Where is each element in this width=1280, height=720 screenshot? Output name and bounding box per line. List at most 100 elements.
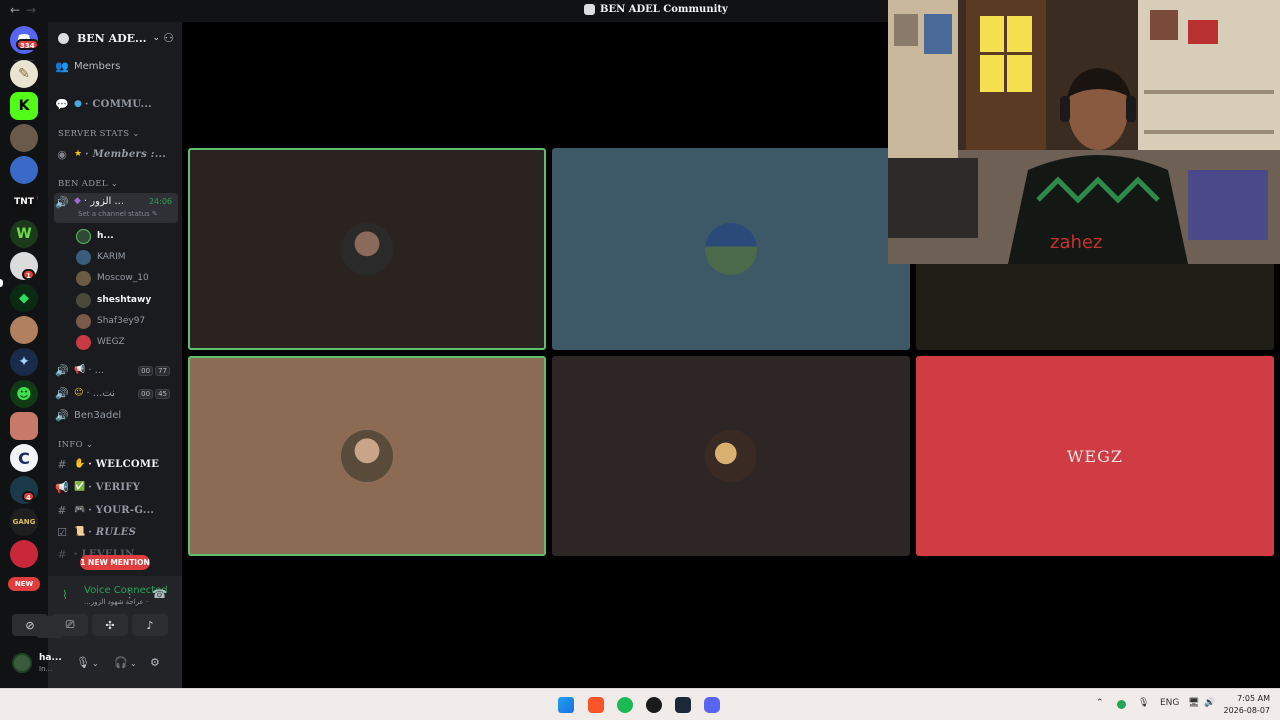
avatar <box>76 249 91 265</box>
voice-user[interactable]: KARIM <box>76 248 126 266</box>
discord-icon[interactable] <box>704 697 720 713</box>
voice-user[interactable]: Shaf3ey97 <box>76 312 145 330</box>
globe-icon: ● <box>74 99 82 109</box>
server-icon-9[interactable]: ◆ <box>10 284 38 312</box>
category-label: SERVER STATS <box>58 129 130 139</box>
new-unreads-button[interactable]: NEW <box>8 577 40 591</box>
chevron-up-icon[interactable]: ⌃ <box>1096 698 1104 708</box>
windows-taskbar: ⌃ 🎙 ENG 🖥 🔊 7:05 AM 2026-08-07 <box>0 688 1280 720</box>
steam-icon[interactable] <box>675 697 691 713</box>
text-channel[interactable]: ☑ 📜 · RULES <box>54 522 178 542</box>
server-icon-10[interactable] <box>10 316 38 344</box>
voice-channel[interactable]: 🔊 Ben3adel <box>54 405 178 425</box>
server-icon-4[interactable] <box>10 156 38 184</box>
participant-avatar <box>705 430 757 482</box>
server-icon-12[interactable]: ☻ <box>10 380 38 408</box>
home-badge: 334 <box>16 39 39 50</box>
voice-channel-active[interactable]: 🔊 ◆ · الزور ... 24:06 Set a channel stat… <box>54 193 178 223</box>
channel-emoji-icon: ◆ <box>74 196 81 206</box>
server-icon-tnt[interactable]: TNT <box>10 188 38 216</box>
voice-channel[interactable]: 🔊 📢 · ... 00 77 <box>54 360 178 380</box>
category-info[interactable]: INFO ⌄ <box>58 440 93 450</box>
server-icon-kick[interactable]: K <box>10 92 38 120</box>
channel-label: · VERIFY <box>88 481 141 493</box>
signal-icon[interactable]: ⌇ <box>62 588 68 602</box>
server-icon-13[interactable] <box>10 412 38 440</box>
channel-label: · WELCOME <box>88 458 160 470</box>
video-tile[interactable] <box>552 148 910 350</box>
announcement-icon: 📢 <box>55 480 69 494</box>
clock-date: 2026-08-07 <box>1223 706 1271 715</box>
members-label: Members <box>74 60 121 72</box>
volume-icon[interactable]: 🔊 <box>1204 698 1215 708</box>
language-indicator[interactable]: ENG <box>1160 698 1179 708</box>
server-header[interactable]: BEN ADE... ⌄ ⚇ <box>48 22 182 54</box>
video-tile[interactable] <box>188 356 546 556</box>
speaker-icon: 🔊 <box>55 408 69 422</box>
channel-label: · الزور ... <box>83 196 125 207</box>
user-count: 00 <box>138 388 154 399</box>
category-label: BEN ADEL <box>58 179 108 189</box>
microphone-tray-icon[interactable]: 🎙 <box>1138 698 1149 708</box>
network-icon[interactable]: 🖥 <box>1188 698 1199 708</box>
voice-user[interactable]: Moscow_10 <box>76 269 149 287</box>
video-tile[interactable] <box>552 356 910 556</box>
text-channel[interactable]: # 🎮 · YOUR-G... <box>54 500 178 520</box>
video-tile[interactable]: WEGZ <box>916 356 1274 556</box>
new-mention-banner[interactable]: 1 NEW MENTION <box>80 555 150 570</box>
noise-suppression-icon[interactable]: ⫶ <box>128 588 131 603</box>
camera-toggle-button[interactable]: ⊘ <box>12 614 48 636</box>
members-link[interactable]: 👥 Members <box>54 56 178 76</box>
voice-user[interactable]: sheshtawy <box>76 291 151 309</box>
tray-app-icon[interactable] <box>1117 700 1126 709</box>
windows-start-icon[interactable] <box>558 697 574 713</box>
voice-user-name: sheshtawy <box>97 295 152 305</box>
stage-icon: ◉ <box>57 147 67 161</box>
voice-user-name: Shaf3ey97 <box>97 316 146 326</box>
scroll-icon: 📜 <box>74 527 86 537</box>
back-arrow-icon[interactable]: ← <box>10 3 20 17</box>
server-icon-17[interactable] <box>10 540 38 568</box>
obs-icon[interactable] <box>646 697 662 713</box>
channel-status-hint[interactable]: Set a channel status ✎ <box>78 210 158 218</box>
disconnect-icon[interactable]: ☎ <box>152 587 167 601</box>
voice-channel-name[interactable]: ...عراجة شهود الزور · <box>84 598 148 606</box>
camera-off-icon: ⊘ <box>25 618 35 632</box>
unread-pill <box>0 279 3 287</box>
channel-members-stat[interactable]: ◉ ★ · Members :... <box>54 144 178 164</box>
system-clock[interactable]: 7:05 AM 2026-08-07 <box>1224 693 1271 717</box>
forum-icon: 💬 <box>55 97 69 111</box>
discord-window: ← → BEN ADEL Community 334 ✎ K 11 TNT 4 … <box>0 0 1280 720</box>
text-channel[interactable]: # ✋ · WELCOME <box>54 454 178 474</box>
text-channel[interactable]: 📢 ✅ · VERIFY <box>54 477 178 497</box>
server-icon-gang[interactable]: GANG <box>10 508 38 536</box>
participant-avatar <box>341 223 393 275</box>
spotify-icon[interactable] <box>617 697 633 713</box>
activities-button[interactable]: ✣ <box>92 614 128 636</box>
soundboard-button[interactable]: ♪ <box>132 614 168 636</box>
server-icon-11[interactable]: ✦ <box>10 348 38 376</box>
server-badge: 1 <box>22 269 35 280</box>
server-icon-w[interactable]: W <box>10 220 38 248</box>
add-member-icon[interactable]: ⚇ <box>163 31 174 45</box>
video-tile[interactable] <box>188 148 546 350</box>
channel-label: Ben3adel <box>74 409 122 421</box>
category-server-stats[interactable]: SERVER STATS ⌄ <box>58 129 140 139</box>
wegz-logo-text: WEGZ <box>1066 446 1124 466</box>
voice-user[interactable]: h... <box>76 227 114 245</box>
channel-community[interactable]: 💬 ● · COMMU... <box>54 94 178 114</box>
server-icon-1[interactable]: ✎ <box>10 60 38 88</box>
forward-arrow-icon[interactable]: → <box>26 3 36 17</box>
wave-icon: ✋ <box>74 459 86 469</box>
screen-share-button[interactable]: ⎚ <box>52 614 88 636</box>
channel-label: · COMMU... <box>84 98 152 110</box>
hashtag-icon: # <box>57 547 67 561</box>
brave-browser-icon[interactable] <box>588 697 604 713</box>
server-icon-3[interactable] <box>10 124 38 152</box>
category-ben-adel[interactable]: BEN ADEL ⌄ <box>58 179 118 189</box>
server-icon-14[interactable]: C <box>10 444 38 472</box>
voice-user[interactable]: WEGZ <box>76 333 125 351</box>
channel-label: · RULES <box>88 526 137 538</box>
voice-channel[interactable]: 🔊 ☺ · ...نت 00 45 <box>54 383 178 403</box>
status-hint-text: Set a channel status <box>78 210 150 218</box>
